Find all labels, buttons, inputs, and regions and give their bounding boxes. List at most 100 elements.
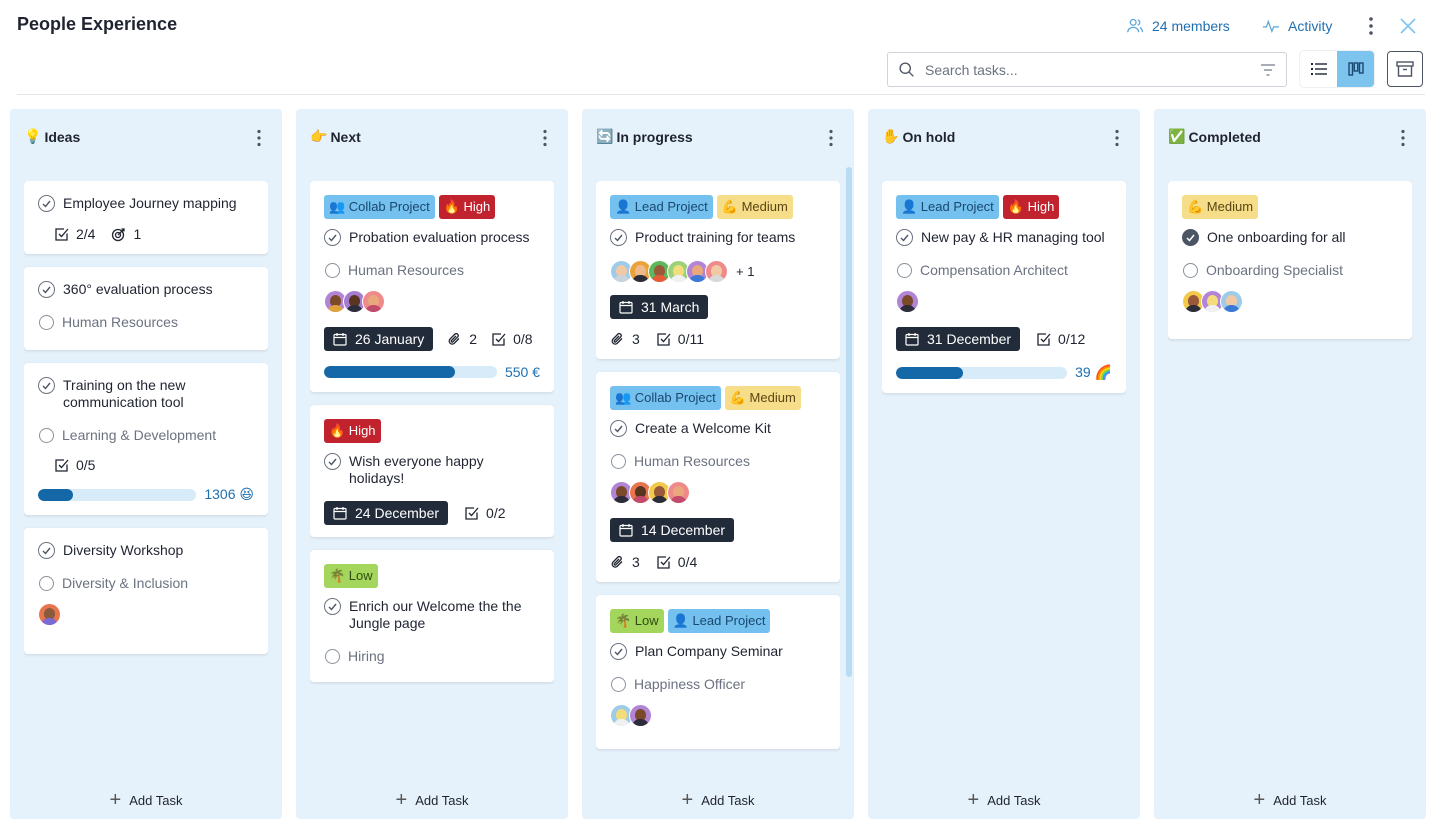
checklist-icon [657, 555, 671, 569]
tag-lead-project[interactable]: 👤 Lead Project [610, 195, 713, 219]
avatar-group [324, 290, 540, 313]
card-list: 👤 Lead Project 💪 Medium Product training… [596, 181, 840, 779]
add-task-button[interactable]: + Add Task [582, 790, 854, 810]
avatar[interactable] [896, 290, 919, 313]
task-card[interactable]: 👤 Lead Project 💪 Medium Product training… [596, 181, 840, 359]
checklist-count: 0/8 [491, 331, 533, 347]
avatar[interactable] [705, 260, 728, 283]
task-card[interactable]: Employee Journey mapping 2/4 1 [24, 181, 268, 254]
due-date-badge[interactable]: 26 January [324, 327, 434, 351]
task-title: One onboarding for all [1207, 229, 1346, 245]
column-title: 💡 Ideas [24, 128, 80, 145]
avatar[interactable] [362, 290, 385, 313]
role-icon [325, 648, 340, 664]
tag-lead-project[interactable]: 👤 Lead Project [896, 195, 999, 219]
task-status-icon[interactable] [38, 281, 55, 298]
search-input[interactable] [925, 61, 1260, 78]
column-menu-icon[interactable] [1400, 129, 1406, 147]
task-card[interactable]: 🌴 Low 👤 Lead Project Plan Company Semina… [596, 595, 840, 749]
tag-priority-medium[interactable]: 💪 Medium [1182, 195, 1259, 219]
add-task-button[interactable]: + Add Task [10, 790, 282, 810]
task-title: Plan Company Seminar [635, 643, 783, 659]
tag-collab-project[interactable]: 👥 Collab Project [324, 195, 435, 219]
activity-button[interactable]: Activity [1262, 17, 1332, 35]
avatar[interactable] [667, 481, 690, 504]
task-assignee: Human Resources [38, 314, 254, 330]
checklist-icon [492, 332, 506, 346]
task-status-icon[interactable] [610, 420, 627, 437]
task-status-icon[interactable] [38, 195, 55, 212]
column-scrollbar[interactable] [846, 167, 852, 677]
checklist-icon [55, 227, 69, 241]
plus-icon: + [681, 789, 694, 811]
checklist-count: 0/11 [656, 331, 704, 347]
avatar-group [1182, 290, 1398, 313]
plus-icon: + [109, 789, 122, 811]
task-assignee: Happiness Officer [610, 676, 826, 692]
task-assignee: Diversity & Inclusion [38, 575, 254, 591]
avatar-group [38, 603, 254, 626]
board-view-button[interactable] [1337, 51, 1374, 87]
column-menu-icon[interactable] [1114, 129, 1120, 147]
due-date-badge[interactable]: 31 March [610, 295, 709, 319]
task-card[interactable]: Training on the new communication tool L… [24, 363, 268, 515]
task-card[interactable]: 👥 Collab Project 💪 Medium Create a Welco… [596, 372, 840, 582]
task-card[interactable]: 👤 Lead Project 🔥 High New pay & HR manag… [882, 181, 1126, 393]
due-date-badge[interactable]: 24 December [324, 501, 449, 525]
due-date-badge[interactable]: 31 December [896, 327, 1021, 351]
tag-lead-project[interactable]: 👤 Lead Project [667, 609, 771, 633]
list-view-button[interactable] [1300, 51, 1337, 87]
avatar[interactable] [38, 603, 61, 626]
more-avatars-count[interactable]: + 1 [736, 264, 754, 279]
column-menu-icon[interactable] [542, 129, 548, 147]
card-list: Employee Journey mapping 2/4 1 360° eval… [24, 181, 268, 779]
tag-priority-low[interactable]: 🌴 Low [610, 609, 664, 633]
task-card[interactable]: 👥 Collab Project 🔥 High Probation evalua… [310, 181, 554, 392]
header-divider [17, 94, 1425, 95]
column-menu-icon[interactable] [828, 129, 834, 147]
task-status-icon[interactable] [610, 229, 627, 246]
budget-progress: 1306 😆 [38, 486, 254, 503]
add-task-button[interactable]: + Add Task [1154, 790, 1426, 810]
column-in-progress: 🔄 In progress 👤 Lead Project 💪 Medium Pr… [582, 109, 854, 819]
task-status-icon[interactable] [38, 377, 55, 394]
avatar[interactable] [1220, 290, 1243, 313]
task-status-icon[interactable] [896, 229, 913, 246]
column-menu-icon[interactable] [256, 129, 262, 147]
tag-priority-high[interactable]: 🔥 High [438, 195, 496, 219]
task-title: 360° evaluation process [63, 281, 213, 297]
task-status-icon[interactable] [38, 542, 55, 559]
task-card[interactable]: Diversity Workshop Diversity & Inclusion [24, 528, 268, 654]
tag-priority-low[interactable]: 🌴 Low [324, 564, 378, 588]
more-options-icon[interactable] [1362, 16, 1380, 36]
add-task-button[interactable]: + Add Task [296, 790, 568, 810]
tag-priority-medium[interactable]: 💪 Medium [724, 386, 801, 410]
members-button[interactable]: 24 members [1126, 17, 1230, 35]
task-status-icon[interactable] [324, 598, 341, 615]
task-status-icon[interactable] [610, 643, 627, 660]
filter-icon[interactable] [1260, 63, 1276, 77]
tag-priority-high[interactable]: 🔥 High [1002, 195, 1060, 219]
column-title-label: Ideas [44, 128, 81, 145]
column-ideas: 💡 Ideas Employee Journey mapping 2/4 1 3… [10, 109, 282, 819]
task-card[interactable]: 360° evaluation process Human Resources [24, 267, 268, 350]
avatar-group [610, 704, 826, 727]
tag-collab-project[interactable]: 👥 Collab Project [610, 386, 721, 410]
task-card[interactable]: 🔥 High Wish everyone happy holidays! 24 … [310, 405, 554, 537]
role-icon [325, 262, 340, 278]
calendar-icon [905, 333, 919, 346]
task-status-icon[interactable] [1182, 229, 1199, 246]
task-title: Enrich our Welcome the the Jungle page [349, 598, 522, 631]
close-icon[interactable] [1399, 17, 1417, 35]
archive-button[interactable] [1387, 51, 1423, 87]
attachments-count: 2 [447, 331, 477, 347]
task-status-icon[interactable] [324, 229, 341, 246]
task-card[interactable]: 💪 Medium One onboarding for all Onboardi… [1168, 181, 1412, 339]
tag-priority-high[interactable]: 🔥 High [324, 419, 381, 443]
tag-priority-medium[interactable]: 💪 Medium [716, 195, 793, 219]
task-status-icon[interactable] [324, 453, 341, 470]
add-task-button[interactable]: + Add Task [868, 790, 1140, 810]
due-date-badge[interactable]: 14 December [610, 518, 735, 542]
avatar[interactable] [629, 704, 652, 727]
task-card[interactable]: 🌴 Low Enrich our Welcome the the Jungle … [310, 550, 554, 682]
